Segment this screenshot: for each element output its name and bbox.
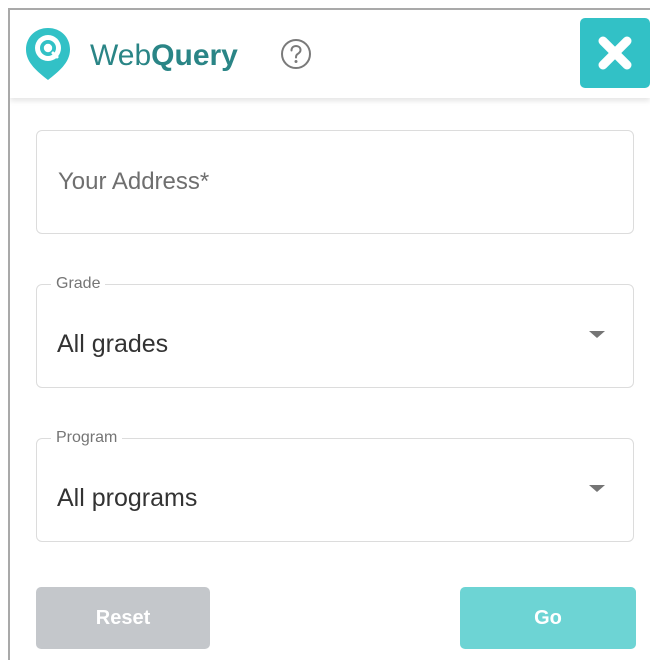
program-select[interactable]: Program All programs <box>36 427 634 542</box>
chevron-down-icon[interactable] <box>589 331 605 338</box>
reset-button[interactable]: Reset <box>36 587 210 649</box>
program-label: Program <box>51 427 123 449</box>
grade-select[interactable]: Grade All grades <box>36 273 634 388</box>
program-value: All programs <box>57 484 198 512</box>
go-button[interactable]: Go <box>460 587 636 649</box>
app-title: WebQuery <box>90 38 238 74</box>
address-field[interactable] <box>36 130 634 234</box>
close-x-icon <box>598 36 632 70</box>
webquery-panel: WebQuery Grade All grades Program All pr… <box>8 8 650 660</box>
question-circle-icon[interactable] <box>280 38 312 70</box>
app-title-bold: Query <box>151 39 238 72</box>
grade-label: Grade <box>51 273 106 295</box>
address-input[interactable] <box>38 132 632 232</box>
chevron-down-icon[interactable] <box>589 485 605 492</box>
panel-header: WebQuery <box>10 10 650 98</box>
grade-value: All grades <box>57 330 169 358</box>
location-pin-search-icon <box>26 28 70 80</box>
app-title-light: Web <box>90 39 152 72</box>
close-button[interactable] <box>580 18 650 88</box>
